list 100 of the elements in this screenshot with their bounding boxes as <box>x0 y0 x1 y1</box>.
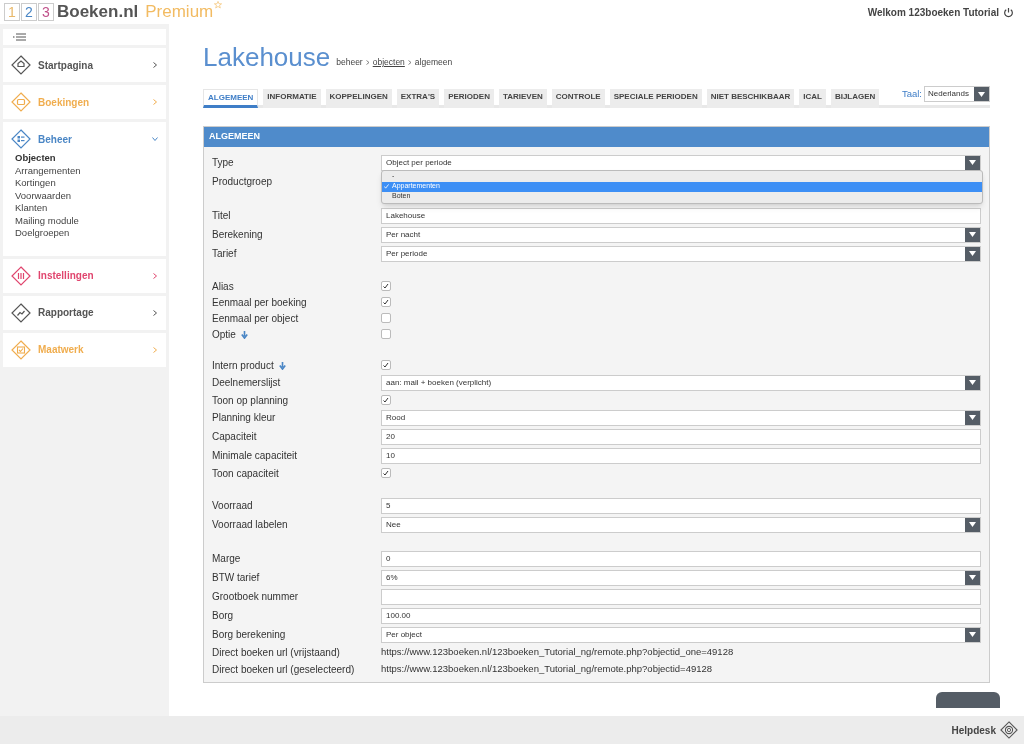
checkbox[interactable] <box>381 281 391 291</box>
dropdown-arrow-icon <box>969 251 976 256</box>
field-label: Direct boeken url (vrijstaand) <box>212 646 340 660</box>
check-icon <box>383 397 389 403</box>
checkbox[interactable] <box>381 313 391 323</box>
checkbox[interactable] <box>381 329 391 339</box>
select-field[interactable]: Per nacht <box>381 226 981 243</box>
checkbox[interactable] <box>381 297 391 307</box>
text-field[interactable] <box>381 588 981 605</box>
submenu-item[interactable]: Objecten <box>15 152 158 165</box>
submenu-item[interactable]: Kortingen <box>15 177 158 190</box>
chevron-right-icon <box>152 62 158 68</box>
dropdown-arrow-icon <box>969 232 976 237</box>
chart-icon <box>11 302 31 323</box>
check-icon <box>384 184 389 189</box>
checkbox[interactable] <box>381 395 391 405</box>
star-icon <box>214 1 223 10</box>
panel-header: ALGEMEEN <box>204 127 989 147</box>
select-field[interactable]: aan: mail + boeken (verplicht) <box>381 374 981 391</box>
tab[interactable]: ALGEMEEN <box>203 89 259 108</box>
field-label: Eenmaal per object <box>212 311 299 326</box>
text-field[interactable]: 20 <box>381 428 981 445</box>
info-icon[interactable] <box>277 360 287 370</box>
submenu-item[interactable]: Doelgroepen <box>15 227 158 240</box>
tab[interactable]: KOPPELINGEN <box>325 89 392 108</box>
submenu-item[interactable]: Mailing module <box>15 214 158 227</box>
nav-item[interactable]: Beheer <box>11 130 158 148</box>
checkbox[interactable] <box>381 468 391 478</box>
field-label: Minimale capaciteit <box>212 449 298 463</box>
chevron-right-icon <box>152 346 158 353</box>
field-label: Productgroep <box>212 175 273 189</box>
tab[interactable]: PERIODEN <box>444 89 494 108</box>
breadcrumb-link[interactable]: objecten <box>372 56 405 69</box>
select-field[interactable]: Per periode <box>381 245 981 262</box>
field-label: Type <box>212 156 234 170</box>
text-field[interactable]: 100.00 <box>381 607 981 624</box>
field-label: Toon op planning <box>212 393 289 408</box>
field-label: Alias <box>212 279 234 294</box>
language-label: Taal: <box>901 86 922 101</box>
chevron-right-icon <box>152 99 158 105</box>
breadcrumb-separator-icon <box>365 60 370 66</box>
field-label: Voorraad <box>212 499 253 513</box>
field-label: Titel <box>212 209 231 223</box>
helpdesk-link[interactable]: Helpdesk <box>951 722 996 738</box>
field-label: Direct boeken url (geselecteerd) <box>212 663 355 677</box>
select-field[interactable]: 6% <box>381 569 981 586</box>
tab[interactable]: CONTROLE <box>551 89 605 108</box>
dropdown-arrow-icon <box>969 415 976 420</box>
submenu-item[interactable]: Arrangementen <box>15 164 158 177</box>
sliders-icon <box>11 265 31 286</box>
check-icon <box>383 470 389 476</box>
grid-icon <box>11 129 31 149</box>
select-field[interactable]: Rood <box>381 409 981 426</box>
page-title: Lakehouse <box>203 42 331 72</box>
chevron-right-icon <box>152 309 158 316</box>
field-label: Intern product <box>212 358 274 373</box>
field-label: Tarief <box>212 247 237 261</box>
text-field[interactable]: 10 <box>381 447 981 464</box>
select-field[interactable]: Object per periode <box>381 154 981 171</box>
lifebuoy-icon[interactable] <box>1000 721 1018 739</box>
tab[interactable]: EXTRA'S <box>396 89 440 108</box>
text-field[interactable]: Lakehouse <box>381 207 981 224</box>
tab[interactable]: TARIEVEN <box>498 89 547 108</box>
submenu-item[interactable]: Voorwaarden <box>15 189 158 202</box>
breadcrumb-separator-icon <box>407 60 412 66</box>
tab[interactable]: SPECIALE PERIODEN <box>609 89 702 108</box>
welcome-text: Welkom 123boeken Tutorial <box>867 5 999 20</box>
field-label: Eenmaal per boeking <box>212 295 307 310</box>
logo-digit: 3 <box>38 3 54 21</box>
breadcrumb-text: beheer <box>336 56 363 69</box>
power-icon[interactable] <box>1003 6 1014 18</box>
edition-label: Premium <box>145 1 214 24</box>
tab[interactable]: ICAL <box>799 89 826 108</box>
check-icon <box>11 339 31 360</box>
check-icon <box>383 362 389 368</box>
language-select[interactable]: Nederlands <box>924 86 990 102</box>
tab[interactable]: INFORMATIE <box>263 89 321 108</box>
text-field[interactable]: 0 <box>381 550 981 567</box>
field-label: BTW tarief <box>212 571 260 585</box>
home-icon <box>11 55 31 75</box>
tab[interactable]: BIJLAGEN <box>830 89 880 108</box>
dropdown-arrow-icon <box>969 380 976 385</box>
field-label: Borg berekening <box>212 628 286 642</box>
submenu-item[interactable]: Klanten <box>15 202 158 215</box>
tab[interactable]: NIET BESCHIKBAAR <box>706 89 795 108</box>
dropdown-arrow-icon <box>969 522 976 527</box>
logo-digit: 2 <box>21 3 37 21</box>
field-label: Planning kleur <box>212 411 276 425</box>
dropdown-arrow-icon <box>969 160 976 165</box>
breadcrumb-text: algemeen <box>414 56 453 69</box>
text-field[interactable]: 5 <box>381 497 981 514</box>
url-text: https://www.123boeken.nl/123boeken_Tutorial_ng/remote.php?objectid=49128 <box>381 662 713 677</box>
select-field[interactable]: Per object <box>381 626 981 643</box>
info-icon[interactable] <box>239 329 249 339</box>
logo-name: Boeken.nl <box>57 1 139 24</box>
field-label: Deelnemerslijst <box>212 376 281 390</box>
select-field[interactable]: Nee <box>381 516 981 533</box>
checkbox[interactable] <box>381 360 391 370</box>
field-label: Berekening <box>212 228 263 242</box>
field-label: Capaciteit <box>212 430 257 444</box>
